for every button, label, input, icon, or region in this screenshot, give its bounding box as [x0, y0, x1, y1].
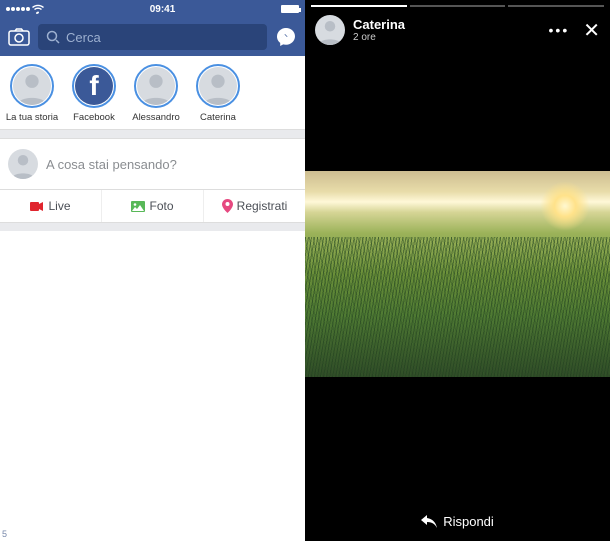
story-label: La tua storia	[6, 112, 58, 123]
composer-placeholder: A cosa stai pensando?	[46, 157, 177, 172]
status-time: 09:41	[150, 4, 176, 15]
story-caterina[interactable]: Caterina	[190, 64, 246, 123]
search-input[interactable]: Cerca	[38, 24, 267, 50]
foto-button[interactable]: Foto	[102, 190, 204, 222]
story-label: Alessandro	[132, 112, 180, 123]
story-image[interactable]	[305, 171, 610, 377]
story-label: Facebook	[73, 112, 115, 123]
corner-number: 5	[2, 529, 7, 539]
story-author[interactable]: Caterina	[353, 17, 541, 32]
stories-row: La tua storia f Facebook Alessandro Cate…	[0, 56, 305, 130]
live-button[interactable]: Live	[0, 190, 102, 222]
camera-icon[interactable]	[8, 28, 30, 46]
feed	[0, 231, 305, 541]
video-icon	[30, 201, 44, 212]
reply-icon	[421, 515, 437, 528]
reply-button[interactable]: Rispondi	[305, 514, 610, 529]
more-icon[interactable]: •••	[549, 22, 570, 38]
messenger-icon[interactable]	[275, 26, 297, 48]
story-viewer: Caterina 2 ore ••• ✕ Rispondi	[305, 0, 610, 541]
battery-icon	[281, 5, 299, 13]
signal-icon	[6, 7, 30, 11]
story-time: 2 ore	[353, 32, 541, 43]
wifi-icon	[32, 4, 44, 14]
story-alessandro[interactable]: Alessandro	[128, 64, 184, 123]
photo-icon	[131, 201, 145, 212]
avatar	[8, 149, 38, 179]
registrati-button[interactable]: Registrati	[204, 190, 305, 222]
composer-actions: Live Foto Registrati	[0, 190, 305, 223]
story-progress	[305, 0, 610, 7]
search-placeholder: Cerca	[66, 30, 101, 45]
top-bar: Cerca	[0, 18, 305, 56]
facebook-icon: f	[75, 67, 113, 105]
avatar[interactable]	[315, 15, 345, 45]
story-label: Caterina	[200, 112, 236, 123]
pin-icon	[222, 199, 233, 213]
story-facebook[interactable]: f Facebook	[66, 64, 122, 123]
composer[interactable]: A cosa stai pensando?	[0, 138, 305, 190]
story-your-story[interactable]: La tua storia	[4, 64, 60, 123]
close-icon[interactable]: ✕	[583, 18, 600, 43]
search-icon	[46, 30, 60, 44]
status-bar: 09:41	[0, 0, 305, 18]
